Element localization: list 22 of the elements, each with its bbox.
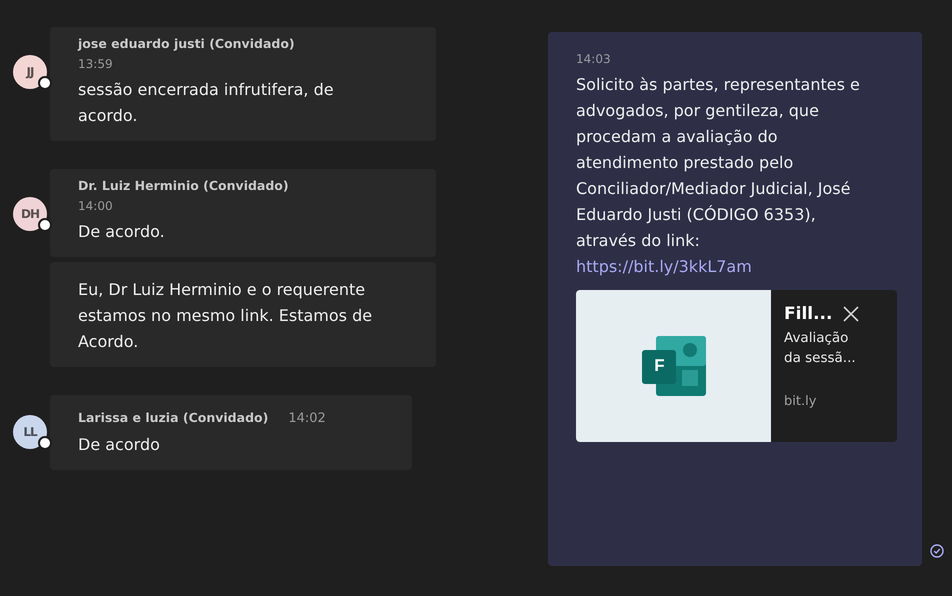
message-text: sessão encerrada infrutifera, de acordo. — [78, 79, 335, 127]
author-name: Dr. Luiz Herminio (Convidado) — [78, 178, 290, 193]
close-icon[interactable] — [842, 305, 860, 323]
message-time: 14:00 — [78, 199, 114, 213]
author-name: jose eduardo justi (Convidado) — [78, 36, 296, 51]
avatar[interactable]: JJ — [13, 55, 47, 89]
read-receipt-icon — [930, 544, 944, 558]
message-text: De acordo — [78, 434, 161, 456]
message-text: De acordo. — [78, 221, 166, 243]
message-link[interactable]: https://bit.ly/3kkL7am — [576, 254, 752, 280]
preview-title: Fill... — [784, 304, 832, 324]
message-text: Eu, Dr Luiz Herminio e o requerente estamos no mesmo link. Estamos de Acordo. — [78, 279, 374, 353]
message-time: 14:03 — [576, 52, 612, 66]
preview-description: Avaliação da sessã... — [784, 329, 857, 368]
author-name: Larissa e luzia (Convidado) — [78, 410, 268, 425]
avatar[interactable]: LL — [13, 415, 47, 449]
message-text: Solicito às partes, representantes e advogados, por gentileza, que procedam a avaliação do atendimento prestado pelo Conciliador/Mediador Judicial, José Eduardo Justi (CÓDIGO 6353), através do link: — [576, 74, 861, 252]
avatar[interactable]: DH — [13, 197, 47, 231]
link-preview-card[interactable]: F Fill... Avaliação da sessã... bit.ly — [576, 290, 897, 442]
preview-domain: bit.ly — [784, 394, 818, 409]
message-time: 14:02 — [288, 411, 326, 426]
message-time: 13:59 — [78, 57, 114, 71]
